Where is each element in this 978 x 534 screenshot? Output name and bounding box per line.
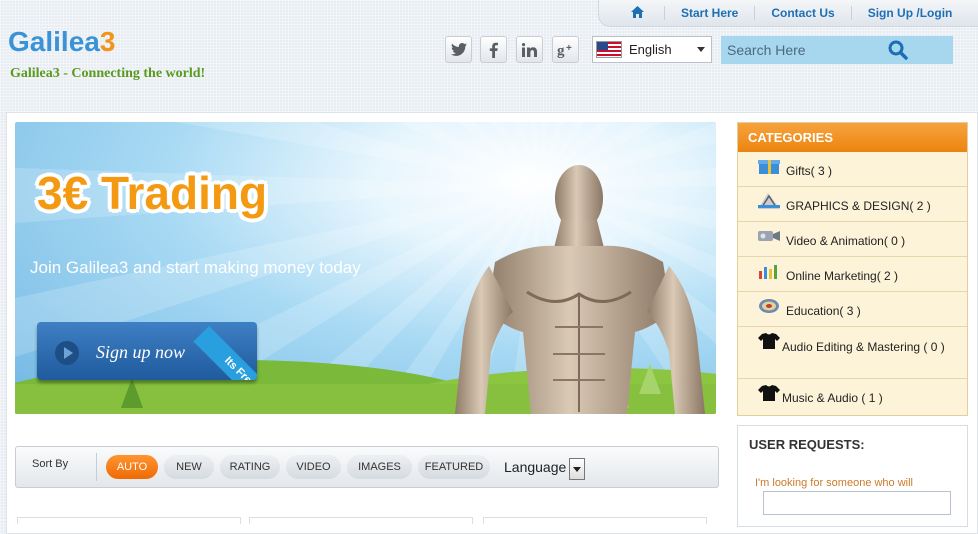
contact-us-link[interactable]: Contact Us: [754, 6, 850, 20]
video-icon: [758, 231, 780, 241]
category-label: Gifts( 3 ): [786, 164, 833, 178]
play-icon: [55, 341, 79, 365]
hero-banner: 3€ Trading Join Galilea3 and start makin…: [15, 122, 716, 414]
category-label: Video & Animation( 0 ): [786, 234, 906, 248]
logo-accent: 3: [99, 26, 116, 57]
its-free-ribbon: Its Free: [193, 326, 257, 380]
tagline: Galilea3 - Connecting the world!: [10, 66, 206, 81]
category-label: GRAPHICS & DESIGN( 2 ): [786, 199, 931, 213]
category-label: Music & Audio ( 1 ): [782, 391, 883, 405]
facebook-icon[interactable]: [480, 36, 507, 63]
listing-card[interactable]: [249, 517, 473, 524]
listing-card[interactable]: [483, 517, 707, 524]
us-flag-icon: [596, 41, 622, 58]
marketing-icon: [759, 265, 777, 279]
tshirt-icon: [758, 385, 780, 401]
divider: [96, 453, 97, 481]
sort-by-label: Sort By: [32, 458, 69, 470]
tshirt-icon: [758, 333, 780, 349]
listing-card[interactable]: [17, 517, 241, 524]
svg-text:+: +: [566, 43, 572, 54]
sort-auto-button[interactable]: AUTO: [106, 455, 158, 479]
search-input[interactable]: Search Here: [721, 42, 837, 58]
sort-bar: Sort By AUTO NEW RATING VIDEO IMAGES FEA…: [15, 446, 719, 488]
language-selected: English: [629, 42, 672, 57]
svg-text:g: g: [557, 43, 565, 58]
category-audio-editing[interactable]: Audio Editing & Mastering ( 0 ): [738, 327, 967, 379]
category-music-audio[interactable]: Music & Audio ( 1 ): [738, 379, 967, 413]
signup-now-label: Sign up now: [96, 342, 186, 362]
user-requests-heading: USER REQUESTS:: [749, 437, 865, 452]
signup-login-link[interactable]: Sign Up /Login: [850, 6, 969, 20]
gift-icon: [758, 160, 780, 174]
category-education[interactable]: Education( 3 ): [738, 292, 967, 327]
category-video-animation[interactable]: Video & Animation( 0 ): [738, 222, 967, 257]
sort-video-button[interactable]: VIDEO: [286, 455, 341, 479]
home-icon[interactable]: [599, 6, 664, 20]
user-requests-panel: USER REQUESTS: I'm looking for someone w…: [737, 425, 968, 527]
search-bar: Search Here: [721, 36, 953, 64]
sort-images-button[interactable]: IMAGES: [347, 455, 412, 479]
banner-subtitle: Join Galilea3 and start making money tod…: [30, 258, 361, 277]
design-icon: [758, 193, 780, 209]
twitter-icon[interactable]: [445, 36, 472, 63]
site-logo[interactable]: Galilea3: [8, 26, 115, 58]
category-label: Education( 3 ): [786, 304, 861, 318]
category-label: Online Marketing( 2 ): [786, 269, 899, 283]
chevron-down-icon: [697, 47, 705, 52]
language-filter-dropdown[interactable]: [569, 458, 585, 480]
banner-title: 3€ Trading: [37, 167, 268, 219]
sort-new-button[interactable]: NEW: [164, 455, 214, 479]
category-gifts[interactable]: Gifts( 3 ): [738, 152, 967, 187]
education-icon: [759, 299, 779, 313]
categories-panel: CATEGORIES Gifts( 3 ) GRAPHICS & DESIGN(…: [737, 122, 968, 416]
user-request-hint: I'm looking for someone who will: [755, 477, 914, 489]
user-request-input[interactable]: [763, 491, 951, 515]
sort-featured-button[interactable]: FEATURED: [418, 455, 490, 479]
search-icon[interactable]: [837, 36, 953, 64]
muscle-man-image: [455, 165, 705, 414]
start-here-link[interactable]: Start Here: [664, 6, 754, 20]
google-plus-icon[interactable]: g +: [552, 36, 579, 63]
categories-heading: CATEGORIES: [738, 123, 967, 152]
linkedin-icon[interactable]: [516, 36, 543, 63]
language-select[interactable]: English: [592, 36, 712, 63]
logo-text: Galilea: [8, 26, 100, 57]
category-online-marketing[interactable]: Online Marketing( 2 ): [738, 257, 967, 292]
top-nav: Start Here Contact Us Sign Up /Login: [598, 0, 978, 27]
sort-rating-button[interactable]: RATING: [220, 455, 280, 479]
category-label: Audio Editing & Mastering ( 0 ): [782, 340, 945, 354]
signup-now-button[interactable]: Sign up now Its Free: [37, 322, 257, 380]
language-filter-label: Language: [504, 459, 567, 475]
category-graphics-design[interactable]: GRAPHICS & DESIGN( 2 ): [738, 187, 967, 222]
